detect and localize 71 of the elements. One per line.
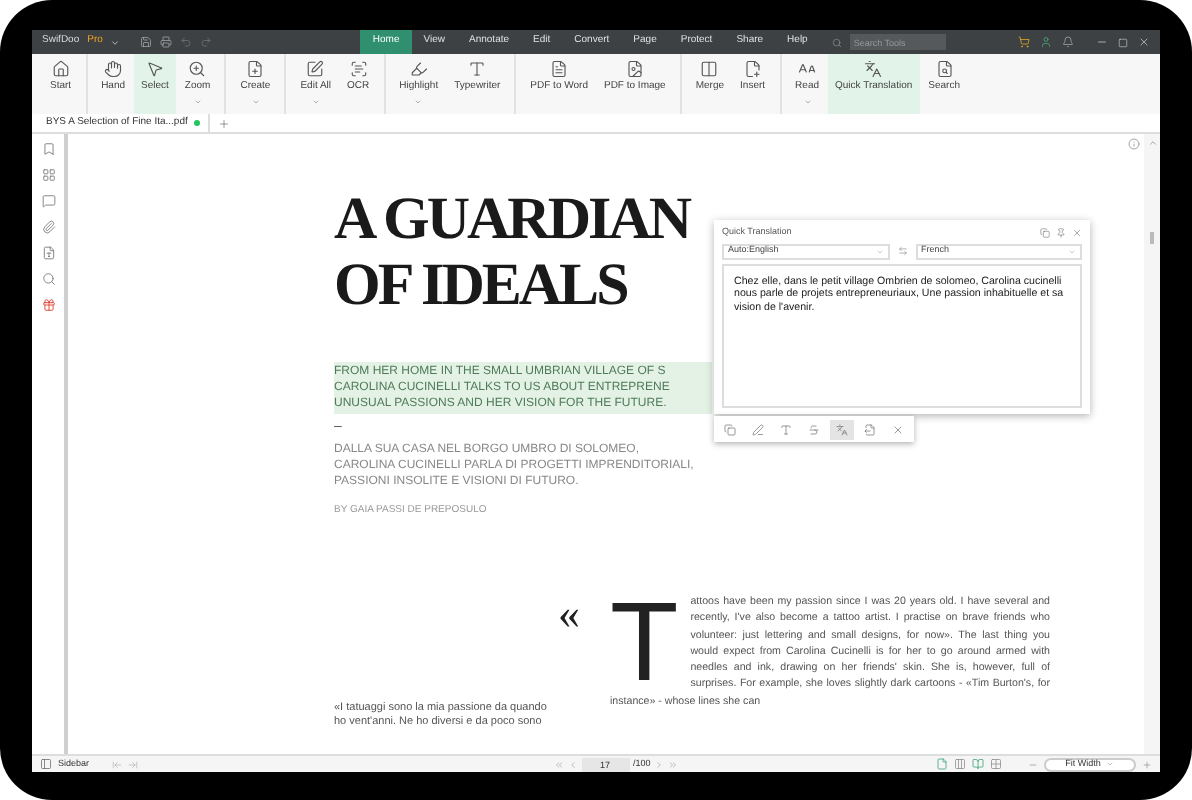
book-icon (972, 758, 984, 770)
copy-icon[interactable] (1040, 227, 1050, 238)
pin-icon[interactable] (1056, 227, 1066, 238)
swap-icon[interactable] (897, 246, 907, 257)
document-icon (550, 60, 569, 78)
translate-icon (836, 423, 848, 435)
cart-icon[interactable] (1018, 36, 1030, 48)
minimize-icon[interactable] (1096, 36, 1108, 48)
close-icon (892, 423, 904, 435)
view-mode-button[interactable] (990, 758, 1002, 770)
form-icon[interactable] (41, 246, 55, 260)
view-mode-button[interactable] (954, 758, 966, 770)
type-icon (468, 60, 487, 78)
text-tool-button[interactable] (830, 419, 854, 439)
search-icon (831, 37, 842, 47)
single-page-icon (936, 758, 948, 770)
hand-icon (104, 60, 123, 78)
bookmark-icon[interactable] (41, 142, 55, 156)
thumbnails-icon[interactable] (41, 168, 55, 182)
headline: OF IDEALS (334, 252, 627, 318)
user-icon[interactable] (1040, 36, 1052, 48)
back-icon[interactable] (111, 759, 122, 769)
pointer-icon (145, 60, 164, 78)
next-page-icon[interactable] (654, 759, 665, 769)
text-size-icon (798, 60, 817, 78)
add-tab-icon[interactable] (217, 117, 230, 129)
printer-icon[interactable] (160, 36, 173, 48)
info-icon (1128, 138, 1140, 150)
file-search-icon (935, 60, 954, 78)
scan-text-icon (349, 60, 368, 78)
file-plus-icon (246, 60, 265, 78)
text-tool-button[interactable] (718, 419, 742, 439)
close-icon[interactable] (1138, 36, 1150, 48)
translate-icon (864, 60, 883, 78)
zoom-out-icon[interactable] (1028, 759, 1038, 769)
bell-icon[interactable] (1062, 36, 1074, 48)
home-icon (51, 60, 70, 78)
quote-mark: « (558, 594, 582, 634)
file-plus-icon (743, 60, 762, 78)
forward-icon[interactable] (127, 759, 138, 769)
highlighter-icon (409, 60, 428, 78)
first-page-icon[interactable] (553, 759, 564, 769)
zoom-in-icon[interactable] (1142, 759, 1152, 769)
strikethrough-icon (808, 423, 820, 435)
view-mode-button[interactable] (972, 758, 984, 770)
pen-square-icon (306, 60, 325, 78)
sidebar-icon[interactable] (40, 758, 52, 770)
caret-icon (110, 37, 121, 47)
undo-icon[interactable] (180, 36, 193, 48)
copy-icon (724, 423, 736, 435)
zoom-in-icon (188, 60, 207, 78)
image-file-icon (625, 60, 644, 78)
grid-icon (990, 758, 1002, 770)
text-icon (780, 423, 792, 435)
export-icon (864, 423, 876, 435)
gift-icon[interactable] (41, 298, 55, 312)
search-icon[interactable] (41, 272, 55, 286)
last-page-icon[interactable] (668, 759, 679, 769)
headline: A GUARDIAN (334, 186, 690, 252)
two-page-icon (954, 758, 966, 770)
maximize-icon[interactable] (1118, 37, 1128, 47)
comment-icon[interactable] (41, 194, 55, 208)
pen-icon (752, 423, 764, 435)
columns-icon (700, 60, 719, 78)
paperclip-icon[interactable] (41, 220, 55, 234)
previous-page-icon[interactable] (567, 759, 578, 769)
scroll-up-icon[interactable] (1147, 138, 1157, 148)
save-icon[interactable] (140, 36, 153, 48)
view-mode-button[interactable] (936, 758, 948, 770)
text-tool-button[interactable] (746, 419, 770, 439)
redo-icon[interactable] (200, 36, 213, 48)
